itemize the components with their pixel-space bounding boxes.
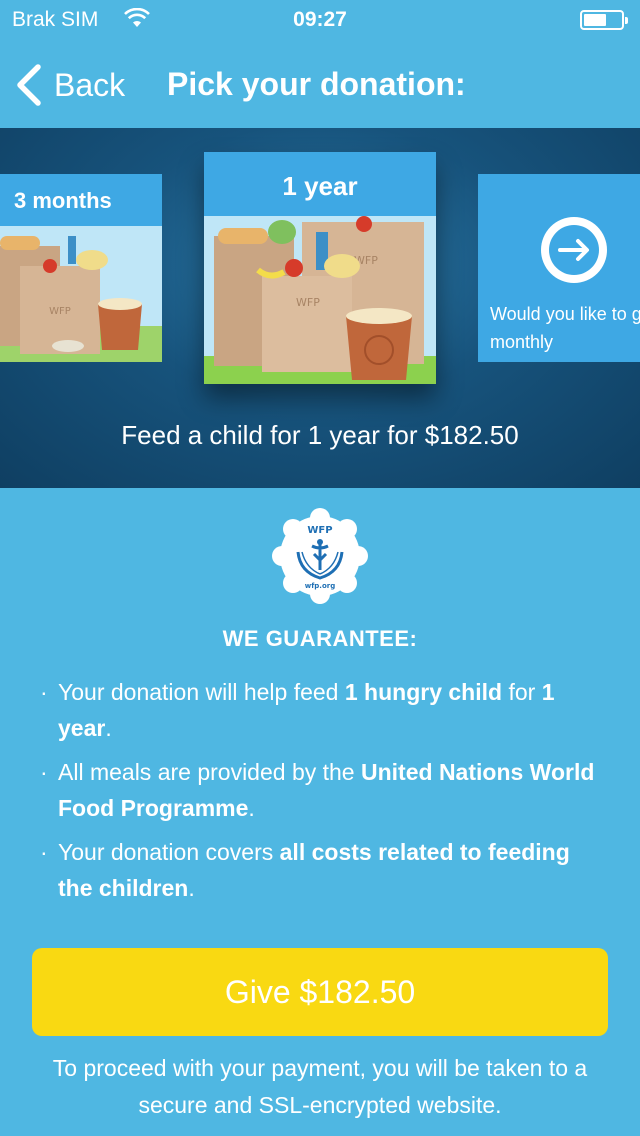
food-basket-illustration: WFP WFP [204,216,436,384]
back-button[interactable]: Back [14,62,125,108]
guarantee-item-text: . [105,715,112,741]
wfp-logo-icon: WFP wfp.org [272,508,368,604]
guarantee-item: · Your donation covers all costs related … [40,834,600,906]
wfp-logo-url: wfp.org [305,582,335,590]
battery-icon [580,10,628,30]
guarantee-item-text: for [502,679,542,705]
page-title: Pick your donation: [167,66,466,102]
bullet-icon: · [40,839,48,865]
card-label: 1 year [204,152,436,216]
payment-disclaimer: To proceed with your payment, you will b… [52,1055,588,1118]
guarantee-item-text: . [188,875,195,901]
give-monthly-card[interactable]: Would you like to give monthly [478,174,640,362]
clock: 09:27 [293,8,347,31]
svg-text:WFP: WFP [296,296,320,309]
bullet-icon: · [40,679,48,705]
guarantee-item-text: Your donation will help feed [58,679,345,705]
give-monthly-label: Would you like to give monthly [490,304,640,352]
chevron-left-icon [17,64,41,106]
guarantee-item-text: All meals are provided by the [58,759,361,785]
bullet-icon: · [40,759,48,785]
give-button[interactable]: Give $182.50 [32,948,608,1036]
donation-description: Feed a child for 1 year for $182.50 [121,420,519,450]
svg-text:WFP: WFP [49,306,71,317]
arrow-right-circle-icon [541,217,607,283]
guarantee-title: WE GUARANTEE: [222,626,418,651]
donation-card-3-months[interactable]: 3 months WFP [0,174,162,362]
donation-carousel[interactable]: 3 months WFP 1 year WFP WFP Would you li… [0,128,640,488]
card-label: 3 months [0,174,162,226]
wfp-logo-text: WFP [307,525,332,536]
guarantee-item: · All meals are provided by the United Na… [40,754,600,826]
guarantee-item-text: . [248,795,255,821]
guarantee-item: · Your donation will help feed 1 hungry c… [40,674,600,746]
guarantee-item-bold-text: 1 hungry child [344,679,503,705]
nav-bar: Back Pick your donation: [0,40,640,128]
donation-card-1-year[interactable]: 1 year WFP WFP [204,152,436,384]
food-basket-illustration: WFP [0,226,162,362]
status-bar: Brak SIM 09:27 [0,0,640,40]
guarantee-item-text: Your donation covers [58,839,280,865]
back-label: Back [54,66,126,103]
guarantee-list: · Your donation will help feed 1 hungry c… [40,674,600,914]
